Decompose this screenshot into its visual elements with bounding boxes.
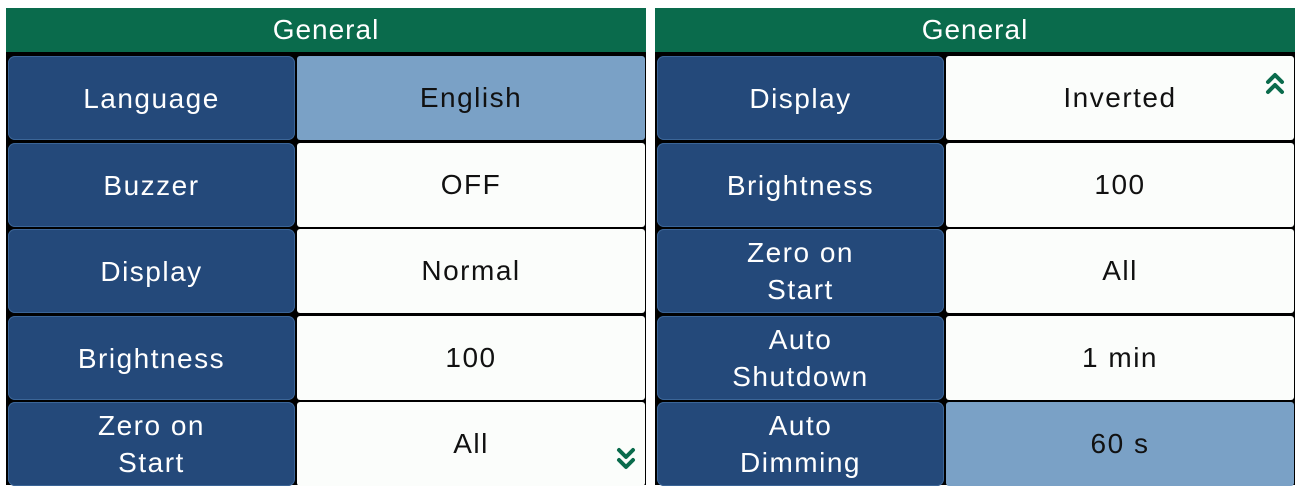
- setting-label: Zero on Start: [8, 402, 295, 486]
- panel-title: General: [6, 8, 646, 52]
- setting-label: Brightness: [657, 143, 944, 227]
- setting-row-display[interactable]: Display Normal: [6, 229, 646, 313]
- setting-row-auto-dimming[interactable]: Auto Dimming 60 s: [655, 402, 1295, 486]
- setting-value-text: Inverted: [1063, 82, 1177, 113]
- setting-label: Buzzer: [8, 143, 295, 227]
- setting-value-text: All: [453, 428, 489, 459]
- setting-value[interactable]: Inverted: [946, 56, 1294, 140]
- setting-value[interactable]: All: [297, 402, 645, 486]
- setting-label: Auto Dimming: [657, 402, 944, 486]
- setting-value[interactable]: 60 s: [946, 402, 1294, 486]
- setting-row-auto-shutdown[interactable]: Auto Shutdown 1 min: [655, 316, 1295, 400]
- setting-row-zero-on-start[interactable]: Zero on Start All: [655, 229, 1295, 313]
- setting-row-brightness[interactable]: Brightness 100: [655, 143, 1295, 227]
- setting-value[interactable]: OFF: [297, 143, 645, 227]
- setting-label: Auto Shutdown: [657, 316, 944, 400]
- chevron-double-down-icon[interactable]: [616, 446, 636, 472]
- setting-row-buzzer[interactable]: Buzzer OFF: [6, 143, 646, 227]
- setting-value[interactable]: English: [297, 56, 645, 140]
- setting-label: Display: [657, 56, 944, 140]
- setting-value[interactable]: 100: [946, 143, 1294, 227]
- panel-title: General: [655, 8, 1295, 52]
- setting-row-zero-on-start[interactable]: Zero on Start All: [6, 402, 646, 486]
- setting-label: Brightness: [8, 316, 295, 400]
- setting-label: Language: [8, 56, 295, 140]
- settings-panel-left: General Language English Buzzer OFF Disp…: [6, 8, 646, 486]
- chevron-double-up-icon[interactable]: [1265, 70, 1285, 96]
- setting-value[interactable]: 1 min: [946, 316, 1294, 400]
- setting-row-brightness[interactable]: Brightness 100: [6, 316, 646, 400]
- setting-value[interactable]: 100: [297, 316, 645, 400]
- setting-value[interactable]: Normal: [297, 229, 645, 313]
- setting-label: Zero on Start: [657, 229, 944, 313]
- settings-panel-right: General Display Inverted Brightness 100 …: [655, 8, 1295, 486]
- setting-label: Display: [8, 229, 295, 313]
- setting-value[interactable]: All: [946, 229, 1294, 313]
- setting-row-language[interactable]: Language English: [6, 56, 646, 140]
- setting-row-display[interactable]: Display Inverted: [655, 56, 1295, 140]
